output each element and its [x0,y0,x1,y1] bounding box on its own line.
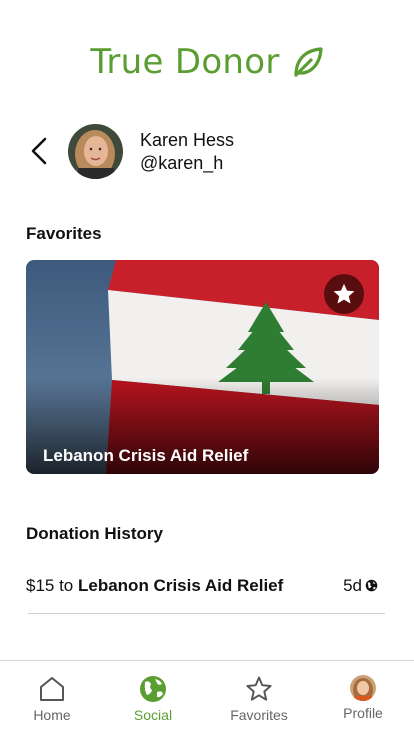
home-icon [40,677,64,701]
leaf-icon [294,47,323,77]
donation-history-item[interactable]: $15 to Lebanon Crisis Aid Relief 5d [26,574,384,598]
avatar[interactable] [68,124,123,179]
tab-social-label: Social [133,707,173,723]
globe-icon [140,676,166,702]
donation-cause: Lebanon Crisis Aid Relief [78,576,284,595]
donation-amount: $15 to Lebanon Crisis Aid Relief [26,576,283,596]
avatar [350,675,376,701]
tab-favorites-label: Favorites [230,707,288,723]
favorite-star-button[interactable] [324,274,364,314]
tab-social[interactable]: Social [113,675,193,727]
tab-home[interactable]: Home [12,675,92,727]
favorite-card[interactable]: Lebanon Crisis Aid Relief [26,260,379,474]
history-divider [28,613,385,614]
donation-history-heading: Donation History [26,524,163,543]
app-header: True Donor [0,40,414,84]
user-name: Karen Hess [140,130,235,150]
tab-profile[interactable]: Profile [323,675,403,727]
app-title: True Donor [90,42,280,82]
donation-amount-prefix: $15 to [26,576,74,595]
user-profile-row: Karen Hess @karen_h [0,122,414,180]
favorites-heading: Favorites [26,224,102,243]
favorite-card-title: Lebanon Crisis Aid Relief [43,446,249,465]
globe-icon [365,579,378,592]
back-arrow-icon[interactable] [26,136,54,166]
donation-time: 5d [343,576,362,595]
user-handle: @karen_h [140,153,224,173]
star-icon [246,676,272,701]
star-icon [333,283,355,304]
bottom-tab-bar: Home Social Favorites Profile [0,660,414,737]
tab-favorites[interactable]: Favorites [219,675,299,727]
tab-home-label: Home [33,707,71,723]
tab-profile-label: Profile [343,705,383,721]
